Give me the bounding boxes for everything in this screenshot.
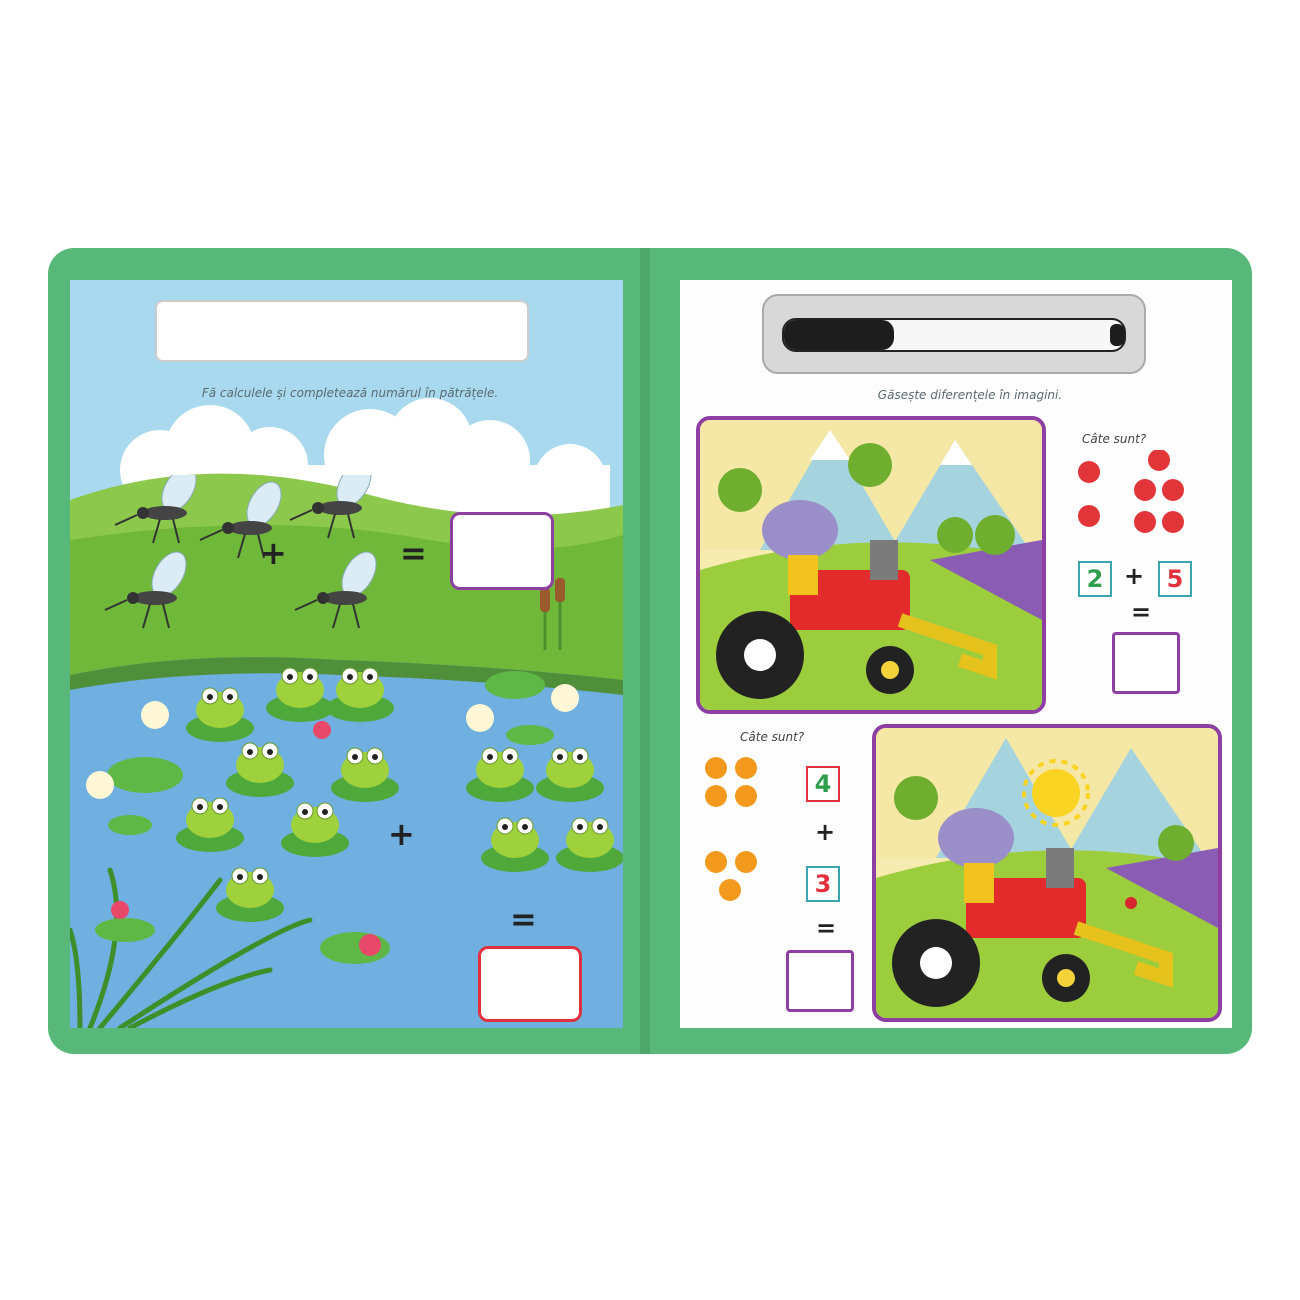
apple-icon bbox=[1078, 505, 1100, 527]
mosquitoes-group bbox=[104, 475, 377, 629]
oranges-number-a: 4 bbox=[806, 766, 840, 802]
row2-answer-box[interactable] bbox=[478, 946, 582, 1022]
right-page: Găsește diferențele în imagini. Câte sun… bbox=[680, 280, 1232, 1028]
oranges-equals-sign: = bbox=[816, 914, 837, 942]
apple-icon bbox=[1134, 479, 1156, 501]
mosquito-icon bbox=[289, 475, 372, 539]
oranges-number-b: 3 bbox=[806, 866, 840, 902]
apples-plus-sign: + bbox=[1124, 562, 1145, 590]
row1-equals-sign: = bbox=[400, 534, 427, 572]
oranges-plus-sign: + bbox=[815, 818, 836, 846]
difference-scene-1 bbox=[696, 416, 1046, 714]
mosquito-icon bbox=[294, 551, 377, 629]
row1-answer-box[interactable] bbox=[450, 512, 554, 590]
apples-group bbox=[1078, 450, 1184, 533]
right-instruction: Găsește diferențele în imagini. bbox=[877, 388, 1063, 402]
apples-equals-sign: = bbox=[1131, 598, 1152, 626]
mosquito-icon bbox=[114, 475, 197, 544]
apples-question: Câte sunt? bbox=[1082, 432, 1147, 446]
row2-equals-sign: = bbox=[510, 900, 537, 938]
orange-icon bbox=[735, 757, 757, 779]
left-instruction: Fă calculele și completează numărul în p… bbox=[201, 386, 499, 400]
orange-icon bbox=[705, 851, 727, 873]
apple-icon bbox=[1148, 450, 1170, 471]
apple-icon bbox=[1162, 479, 1184, 501]
oranges-group bbox=[705, 757, 757, 901]
folder-spine bbox=[640, 248, 650, 1054]
mosquito-icon bbox=[104, 551, 187, 629]
left-page: Fă calculele și completează numărul în p… bbox=[70, 280, 623, 1028]
marker-pen-holder bbox=[762, 294, 1146, 374]
apple-icon bbox=[1162, 511, 1184, 533]
apples-answer-box[interactable] bbox=[1112, 632, 1180, 694]
oranges-question: Câte sunt? bbox=[740, 730, 805, 744]
orange-icon bbox=[719, 879, 741, 901]
row1-plus-sign: + bbox=[260, 534, 287, 572]
marker-pen-icon[interactable] bbox=[782, 318, 1126, 352]
row2-plus-sign: + bbox=[388, 815, 415, 853]
apple-icon bbox=[1078, 461, 1100, 483]
orange-icon bbox=[705, 757, 727, 779]
apples-number-b: 5 bbox=[1158, 561, 1192, 597]
name-label-window bbox=[155, 300, 529, 362]
apple-icon bbox=[1134, 511, 1156, 533]
oranges-answer-box[interactable] bbox=[786, 950, 854, 1012]
orange-icon bbox=[735, 785, 757, 807]
apples-number-a: 2 bbox=[1078, 561, 1112, 597]
difference-scene-2 bbox=[872, 724, 1222, 1022]
orange-icon bbox=[705, 785, 727, 807]
orange-icon bbox=[735, 851, 757, 873]
